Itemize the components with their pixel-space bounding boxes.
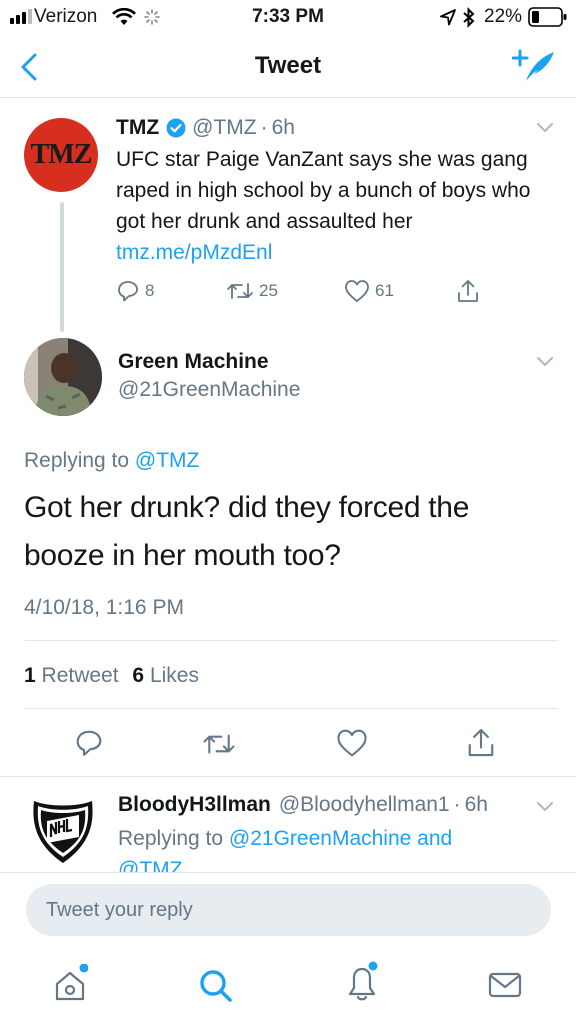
divider [24, 640, 558, 641]
tweet-text-line: Got her drunk? did they forced the [24, 491, 470, 524]
messages-icon [488, 972, 522, 998]
main-tweet-text: Got her drunk? did they forced the booze… [24, 484, 469, 580]
tweet-time: 6h [464, 793, 488, 816]
replying-to-handle[interactable]: @TMZ [135, 449, 199, 472]
tweet-body: UFC star Paige VanZant says she was gang… [116, 148, 531, 233]
retweet-icon [227, 283, 253, 299]
battery-icon [528, 7, 567, 27]
tab-home[interactable] [52, 964, 88, 1004]
like-total: 6 [132, 664, 145, 687]
tab-messages[interactable] [488, 970, 522, 1000]
notifications-icon [348, 961, 378, 1001]
username-handle[interactable]: @Bloodyhellman1 [279, 793, 450, 817]
reply-tweet[interactable]: BloodyH3llman @Bloodyhellman1 · 6h Reply… [0, 777, 576, 872]
retweet-total: 1 [24, 664, 36, 687]
username-handle[interactable]: @TMZ [192, 116, 256, 140]
display-name[interactable]: BloodyH3llman [118, 793, 271, 817]
likes-stat[interactable]: 6 Likes [132, 664, 199, 687]
battery-percent: 22% [484, 6, 523, 27]
heart-icon[interactable] [336, 728, 368, 758]
verified-badge-icon [166, 118, 186, 138]
avatar[interactable] [24, 338, 102, 416]
retweet-button[interactable]: 25 [226, 280, 344, 302]
reply-input[interactable]: Tweet your reply [26, 884, 551, 936]
heart-icon [345, 280, 369, 302]
location-arrow-icon [440, 9, 456, 26]
like-label: Likes [149, 664, 199, 687]
engagement-stats: 1 Retweet 6 Likes [24, 664, 199, 688]
separator-dot: · [260, 116, 268, 139]
replying-to-handle[interactable]: @TMZ [118, 854, 538, 872]
chevron-down-icon[interactable] [536, 122, 554, 134]
compose-tweet-icon[interactable] [512, 48, 556, 84]
replying-to: Replying to @21GreenMachine and @TMZ [118, 823, 538, 872]
tweet-timestamp: 4/10/18, 1:16 PM [24, 596, 184, 619]
avatar[interactable]: TMZ [24, 118, 98, 192]
avatar-photo [24, 338, 102, 416]
reply-count: 8 [145, 281, 155, 300]
retweet-label: Retweet [41, 664, 119, 687]
replying-to: Replying to @TMZ [24, 449, 199, 473]
thread-connector-line [60, 202, 64, 332]
divider [24, 708, 558, 709]
status-bar: Verizon 7:33 PM 22% [0, 0, 576, 36]
separator-dot: · [453, 793, 461, 816]
tab-search[interactable] [196, 966, 236, 1006]
like-button[interactable]: 61 [344, 279, 456, 303]
replying-to-label: Replying to [24, 449, 130, 472]
tweet-link[interactable]: tmz.me/pMzdEnl [116, 241, 272, 264]
tweet-header: TMZ @TMZ · 6h [116, 116, 295, 140]
display-name[interactable]: TMZ [116, 116, 159, 140]
retweet-count: 25 [259, 281, 278, 300]
retweets-stat[interactable]: 1 Retweet [24, 664, 119, 687]
reply-placeholder: Tweet your reply [46, 899, 193, 921]
avatar-logo-text: TMZ [30, 139, 93, 170]
search-icon [200, 970, 232, 1002]
main-tweet-actions [74, 728, 504, 760]
share-button[interactable] [456, 278, 480, 304]
tweet-text-line: booze in her mouth too? [24, 539, 341, 572]
retweet-icon[interactable] [202, 730, 236, 758]
like-count: 61 [375, 281, 394, 300]
chevron-down-icon[interactable] [536, 356, 554, 368]
navigation-bar: Tweet [0, 36, 576, 98]
tab-notifications[interactable] [342, 960, 382, 1004]
nhl-shield-logo [33, 801, 93, 863]
share-icon[interactable] [466, 726, 496, 759]
username-handle[interactable]: @21GreenMachine [118, 378, 300, 402]
display-name[interactable]: Green Machine [118, 350, 269, 374]
avatar[interactable] [24, 791, 102, 869]
tweet-text: UFC star Paige VanZant says she was gang… [116, 144, 546, 268]
bluetooth-icon [463, 7, 475, 28]
home-icon [55, 964, 88, 1001]
share-icon [458, 280, 478, 302]
chevron-down-icon[interactable] [536, 801, 554, 813]
tweet-time: 6h [271, 116, 295, 139]
reply-button[interactable]: 8 [116, 279, 226, 303]
divider [0, 872, 576, 873]
tweet-header: BloodyH3llman @Bloodyhellman1 · 6h [118, 793, 488, 817]
replying-to-handles[interactable]: @21GreenMachine and [229, 827, 452, 850]
reply-icon [118, 281, 138, 302]
page-title: Tweet [254, 52, 322, 79]
tab-bar [0, 946, 576, 1024]
tweet-actions: 8 25 61 [116, 278, 516, 304]
reply-icon[interactable] [74, 728, 104, 758]
replying-to-label: Replying to [118, 827, 224, 850]
